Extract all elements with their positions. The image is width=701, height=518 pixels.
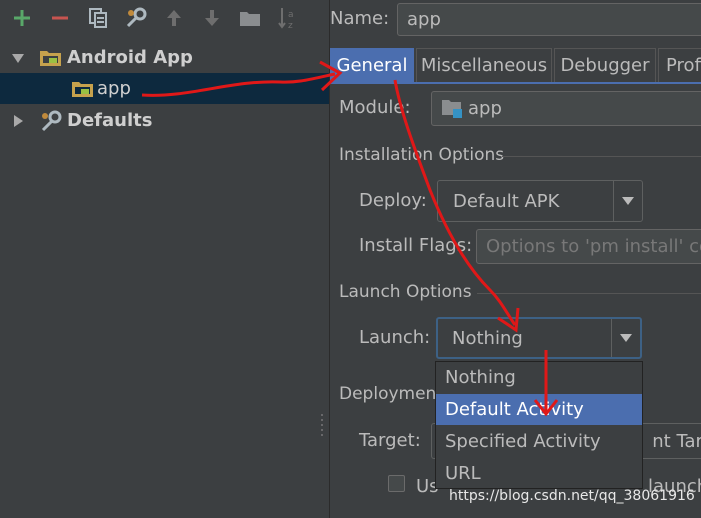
move-down-icon[interactable]	[200, 6, 224, 30]
target-label: Target:	[359, 430, 421, 451]
option-default-activity[interactable]: Default Activity	[436, 394, 642, 425]
use-same-device-checkbox[interactable]	[388, 475, 405, 492]
deploy-label: Deploy:	[359, 190, 427, 211]
android-folder-icon	[40, 50, 61, 66]
tab-bar: General Miscellaneous Debugger Profi	[330, 48, 701, 82]
target-value: nt Targ	[652, 430, 701, 452]
launch-select[interactable]: Nothing	[436, 317, 642, 359]
name-value: app	[407, 9, 441, 30]
android-config-icon	[72, 81, 93, 97]
tab-miscellaneous[interactable]: Miscellaneous	[416, 48, 552, 82]
remove-icon[interactable]	[48, 6, 72, 30]
module-select[interactable]: app	[431, 91, 701, 126]
install-flags-input[interactable]: Options to 'pm install' co	[476, 229, 701, 264]
tree-item-android-app[interactable]: Android App	[0, 42, 329, 73]
launch-value: Nothing	[452, 327, 523, 349]
chevron-down-icon[interactable]	[611, 319, 640, 357]
toolbar: az	[0, 0, 329, 38]
tree-item-app[interactable]: app	[0, 73, 329, 104]
option-nothing[interactable]: Nothing	[436, 362, 642, 393]
svg-text:z: z	[288, 21, 293, 30]
option-url[interactable]: URL	[436, 458, 642, 489]
name-input[interactable]: app	[397, 3, 701, 36]
install-flags-label: Install Flags:	[359, 235, 473, 256]
folder-icon[interactable]	[238, 6, 262, 30]
section-divider	[502, 156, 701, 157]
deployment-target-heading: Deployment	[339, 384, 435, 404]
installation-options-heading: Installation Options	[339, 145, 505, 165]
option-specified-activity[interactable]: Specified Activity	[436, 426, 642, 457]
watermark: https://blog.csdn.net/qq_38061916	[449, 488, 695, 504]
launch-label: Launch:	[359, 327, 431, 348]
configurations-panel: az Android App app Defaults	[0, 0, 329, 518]
sort-az-icon[interactable]: az	[276, 6, 300, 30]
move-up-icon[interactable]	[162, 6, 186, 30]
svg-text:a: a	[288, 10, 294, 20]
tree-label-defaults: Defaults	[67, 110, 153, 131]
module-label: Module:	[339, 97, 411, 118]
tree-label-android-app: Android App	[67, 47, 193, 68]
install-flags-placeholder: Options to 'pm install' co	[486, 236, 701, 257]
deploy-value: Default APK	[453, 190, 560, 212]
wrench-icon[interactable]	[124, 6, 148, 30]
collapse-arrow-icon[interactable]	[12, 114, 24, 127]
tab-debugger[interactable]: Debugger	[554, 48, 656, 82]
splitter-handle-icon[interactable]	[319, 412, 325, 436]
wrench-icon	[41, 110, 62, 131]
name-label: Name:	[330, 8, 390, 29]
module-folder-icon	[442, 99, 462, 118]
add-icon[interactable]	[10, 6, 34, 30]
tab-general[interactable]: General	[330, 48, 414, 82]
launch-options-heading: Launch Options	[339, 282, 472, 302]
section-divider	[477, 293, 701, 294]
module-value: app	[468, 98, 502, 119]
tree-item-defaults[interactable]: Defaults	[0, 105, 329, 136]
expand-arrow-icon[interactable]	[12, 52, 24, 64]
tree-label-app: app	[97, 78, 131, 99]
deploy-select[interactable]: Default APK	[437, 180, 643, 222]
tab-underline	[330, 82, 701, 84]
chevron-down-icon[interactable]	[613, 181, 642, 221]
launch-options-dropdown: Nothing Default Activity Specified Activ…	[435, 361, 643, 489]
tab-profiling[interactable]: Profi	[658, 48, 701, 82]
copy-icon[interactable]	[86, 6, 110, 30]
